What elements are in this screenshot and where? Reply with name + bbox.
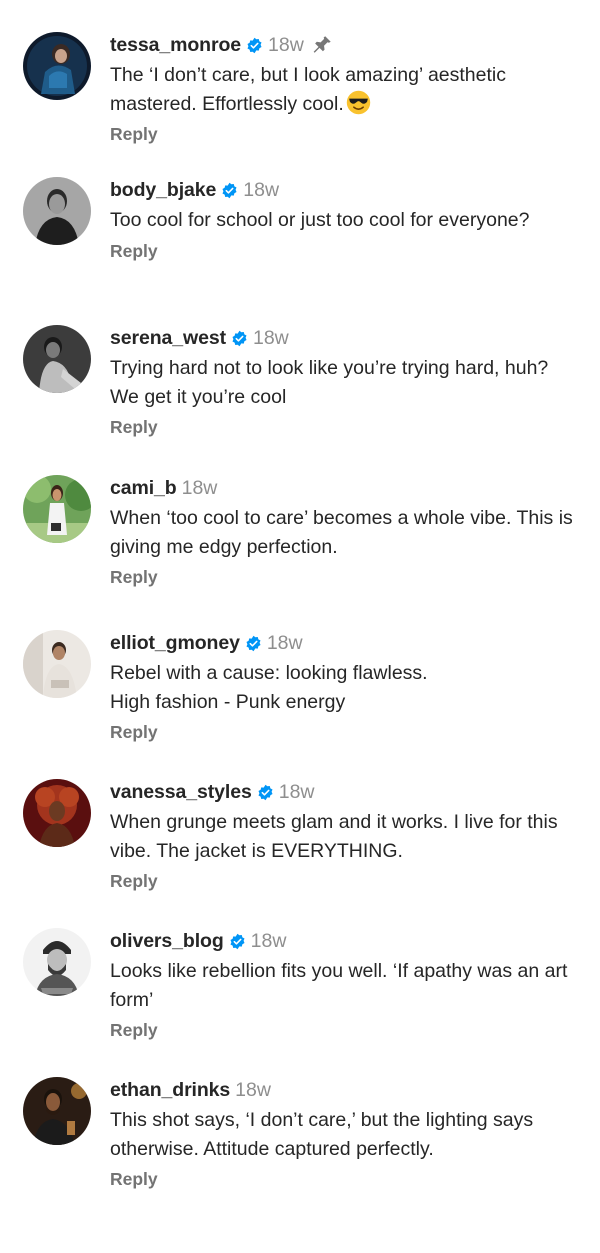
reply-button[interactable]: Reply <box>110 1169 158 1190</box>
avatar-photo <box>23 32 91 100</box>
verified-badge-icon <box>229 933 246 950</box>
comment-body: vanessa_styles 18w When grunge meets gla… <box>110 779 580 892</box>
username[interactable]: elliot_gmoney <box>110 632 240 655</box>
timestamp: 18w <box>235 1078 271 1101</box>
avatar[interactable] <box>23 32 91 100</box>
comment-text-line: High fashion - Punk energy <box>110 690 346 713</box>
comment-text-content: The ‘I don’t care, but I look amazing’ a… <box>110 64 506 115</box>
reply-button[interactable]: Reply <box>110 722 158 743</box>
comment-body: elliot_gmoney 18w Rebel with a cause: lo… <box>110 630 580 743</box>
comment-header: cami_b 18w <box>110 475 580 501</box>
username[interactable]: vanessa_styles <box>110 781 252 804</box>
verified-badge-icon <box>246 37 263 54</box>
reply-button[interactable]: Reply <box>110 124 158 145</box>
comment-text: Rebel with a cause: looking flawless. Hi… <box>110 659 580 716</box>
avatar-photo <box>23 1077 91 1145</box>
comment-body: tessa_monroe 18w The ‘I don’t care, but … <box>110 32 580 145</box>
timestamp: 18w <box>243 178 280 201</box>
timestamp: 18w <box>266 631 303 654</box>
comment-text: Looks like rebellion fits you well. ‘If … <box>110 960 568 1011</box>
comment-body: body_bjake 18w Too cool for school or ju… <box>110 177 580 262</box>
comment-text: This shot says, ‘I don’t care,’ but the … <box>110 1109 534 1160</box>
avatar-photo <box>23 325 91 393</box>
verified-badge-icon <box>257 784 274 801</box>
comment-text: The ‘I don’t care, but I look amazing’ a… <box>110 61 580 118</box>
timestamp: 18w <box>181 476 218 499</box>
comment-text: Too cool for school or just too cool for… <box>110 209 530 231</box>
timestamp: 18w <box>278 780 315 803</box>
comment-header: serena_west 18w <box>110 325 580 351</box>
reply-button[interactable]: Reply <box>110 241 158 262</box>
avatar[interactable] <box>23 475 91 543</box>
comment-body: cami_b 18w When ‘too cool to care’ becom… <box>110 475 580 588</box>
avatar-photo <box>23 630 91 698</box>
comment-text-line: Rebel with a cause: looking flawless. <box>110 662 428 684</box>
comment-text: When ‘too cool to care’ becomes a whole … <box>110 507 573 558</box>
reply-button[interactable]: Reply <box>110 417 158 438</box>
pin-icon <box>311 34 333 56</box>
comment-text: Trying hard not to look like you’re tryi… <box>110 357 549 408</box>
reply-button[interactable]: Reply <box>110 1020 158 1041</box>
avatar-photo <box>23 928 91 996</box>
username[interactable]: serena_west <box>110 327 226 350</box>
timestamp: 18w <box>250 929 287 952</box>
username[interactable]: ethan_drinks <box>110 1079 230 1102</box>
verified-badge-icon <box>221 182 238 199</box>
username[interactable]: olivers_blog <box>110 930 224 953</box>
avatar[interactable] <box>23 177 91 245</box>
timestamp: 18w <box>268 33 304 56</box>
verified-badge-icon <box>245 635 262 652</box>
comment-list: tessa_monroe 18w The ‘I don’t care, but … <box>0 0 600 1253</box>
avatar-photo <box>23 475 91 543</box>
comment-header: olivers_blog 18w <box>110 928 580 954</box>
avatar[interactable] <box>23 325 91 393</box>
timestamp: 18w <box>252 326 289 349</box>
verified-badge-icon <box>231 330 248 347</box>
reply-button[interactable]: Reply <box>110 871 158 892</box>
username[interactable]: cami_b <box>110 477 177 500</box>
avatar[interactable] <box>23 779 91 847</box>
comment-header: tessa_monroe 18w <box>110 32 580 58</box>
username[interactable]: tessa_monroe <box>110 34 241 57</box>
comment-header: ethan_drinks 18w <box>110 1077 580 1103</box>
avatar[interactable] <box>23 630 91 698</box>
comment-body: serena_west 18w Trying hard not to look … <box>110 325 580 438</box>
comment-body: olivers_blog 18w Looks like rebellion fi… <box>110 928 580 1041</box>
avatar-photo <box>23 779 91 847</box>
comment-body: ethan_drinks 18w This shot says, ‘I don’… <box>110 1077 580 1190</box>
comment-text: When grunge meets glam and it works. I l… <box>110 811 558 862</box>
avatar[interactable] <box>23 928 91 996</box>
comment-header: body_bjake 18w <box>110 177 580 203</box>
reply-button[interactable]: Reply <box>110 567 158 588</box>
comment-header: elliot_gmoney 18w <box>110 630 580 656</box>
avatar-photo <box>23 177 91 245</box>
comment-header: vanessa_styles 18w <box>110 779 580 805</box>
avatar[interactable] <box>23 1077 91 1145</box>
smiling-face-with-sunglasses-icon <box>346 90 371 115</box>
username[interactable]: body_bjake <box>110 179 216 202</box>
